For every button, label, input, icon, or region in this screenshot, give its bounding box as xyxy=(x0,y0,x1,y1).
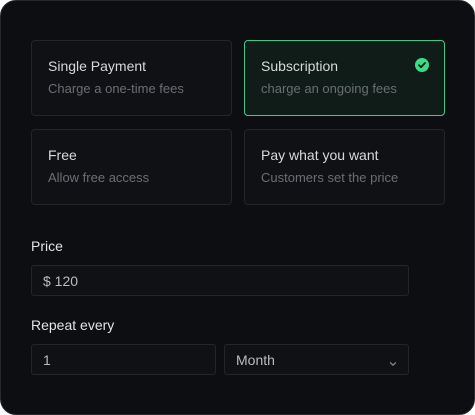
option-description: Customers set the price xyxy=(261,170,399,185)
option-title: Pay what you want xyxy=(261,147,379,163)
option-free[interactable]: Free Allow free access xyxy=(31,129,232,205)
repeat-label: Repeat every xyxy=(31,317,115,333)
repeat-unit-select[interactable]: Month xyxy=(224,344,409,375)
option-pay-what-you-want[interactable]: Pay what you want Customers set the pric… xyxy=(244,129,445,205)
price-input[interactable]: $ 120 xyxy=(31,265,409,296)
chevron-down-icon xyxy=(389,355,397,371)
option-single-payment[interactable]: Single Payment Charge a one-time fees xyxy=(31,40,232,116)
repeat-count-input[interactable]: 1 xyxy=(31,344,216,375)
option-description: charge an ongoing fees xyxy=(261,81,397,96)
check-circle-icon xyxy=(415,58,429,72)
option-title: Single Payment xyxy=(48,58,147,74)
option-description: Charge a one-time fees xyxy=(48,81,184,96)
price-label: Price xyxy=(31,238,63,254)
pricing-panel: Single Payment Charge a one-time fees Su… xyxy=(0,0,475,415)
option-title: Free xyxy=(48,147,77,163)
option-subscription[interactable]: Subscription charge an ongoing fees xyxy=(244,40,445,116)
option-description: Allow free access xyxy=(48,170,150,185)
repeat-unit-value: Month xyxy=(236,351,275,368)
